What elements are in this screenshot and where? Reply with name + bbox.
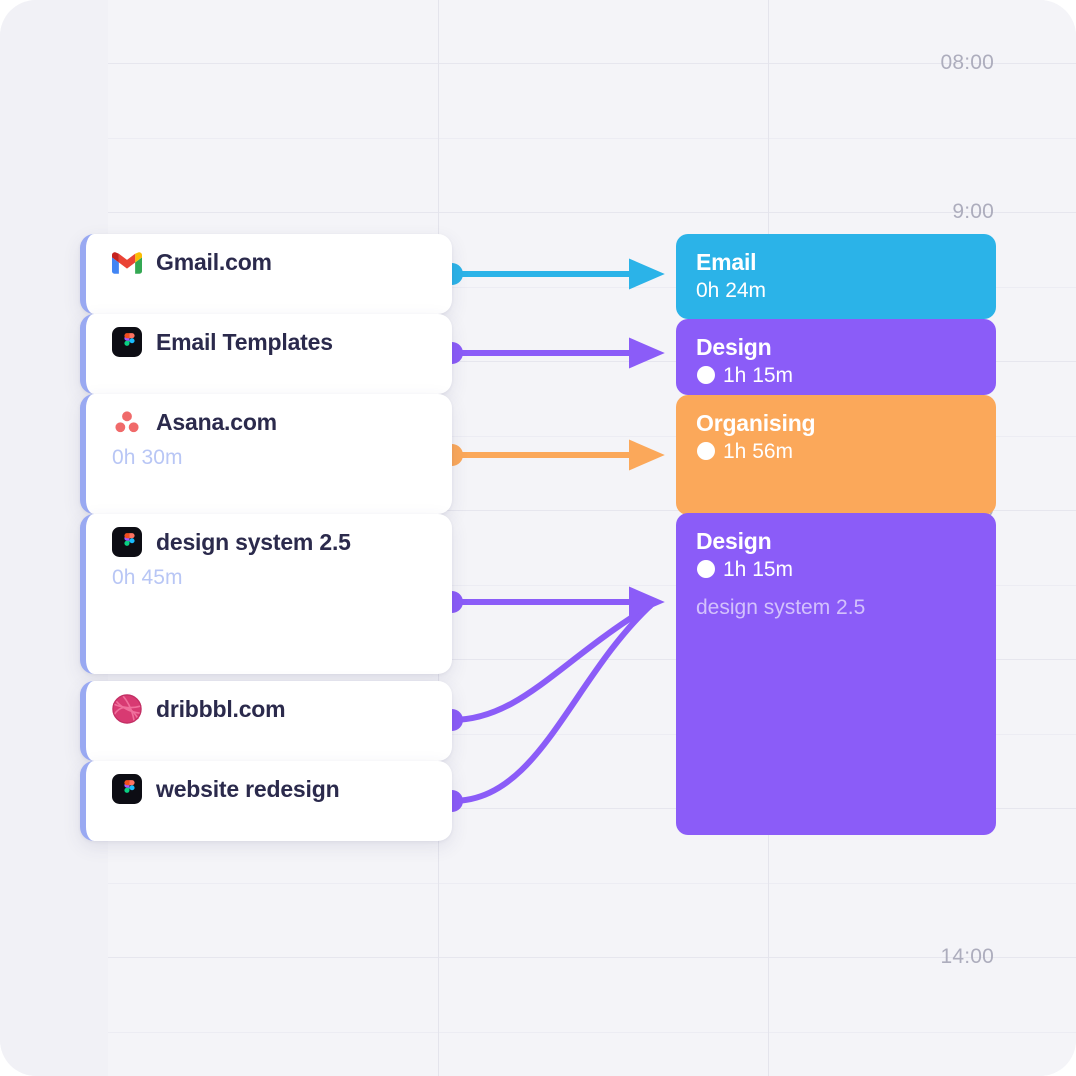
app-card[interactable]: dribbbl.com (80, 681, 452, 761)
app-card-header: website redesign (86, 761, 452, 817)
app-card-duration: 0h 45m (112, 566, 183, 589)
svg-text:$: $ (702, 444, 710, 459)
app-card-header: Asana.com (86, 394, 452, 450)
event-meta: $1h 15m (696, 363, 976, 388)
calendar-event[interactable]: Organising $1h 56m (676, 395, 996, 515)
svg-text:$: $ (702, 368, 710, 383)
grid-half-hour-line (108, 137, 1076, 139)
app-card-title: website redesign (156, 775, 340, 802)
time-label: 08:00 (940, 51, 994, 74)
app-card-header: Email Templates (86, 314, 452, 370)
figma-icon (112, 527, 142, 557)
app-card-title: Email Templates (156, 328, 333, 355)
event-title: Design (696, 334, 772, 360)
app-card-title: Asana.com (156, 408, 277, 435)
gmail-icon (112, 247, 142, 277)
app-card[interactable]: website redesign (80, 761, 452, 841)
event-title: Organising (696, 410, 816, 436)
app-card[interactable]: Email Templates (80, 314, 452, 394)
calendar-event[interactable]: Design $1h 15m (676, 319, 996, 395)
app-card-header: Gmail.com (86, 234, 452, 290)
time-label: 9:00 (952, 200, 994, 223)
event-title: Design (696, 528, 772, 554)
calendar-event[interactable]: Email 0h 24m (676, 234, 996, 319)
billable-icon: $ (697, 560, 715, 579)
event-duration: 1h 15m (723, 363, 794, 387)
calendar-event[interactable]: Design $1h 15m design system 2.5 (676, 513, 996, 835)
event-meta: 0h 24m (696, 278, 976, 303)
event-duration: 0h 24m (696, 278, 767, 302)
app-card-header: design system 2.5 (86, 514, 452, 570)
figma-icon (112, 774, 142, 804)
grid-hour-line (108, 212, 1076, 213)
app-card-title: design system 2.5 (156, 528, 351, 555)
billable-icon: $ (697, 366, 715, 385)
svg-text:$: $ (702, 562, 710, 577)
event-duration: 1h 56m (723, 439, 794, 463)
app-card[interactable]: Asana.com 0h 30m (80, 394, 452, 514)
app-card[interactable]: Gmail.com (80, 234, 452, 314)
app-card-duration: 0h 30m (112, 446, 183, 469)
event-duration: 1h 15m (723, 557, 794, 581)
event-meta: $1h 56m (696, 439, 976, 464)
app-card-title: Gmail.com (156, 248, 272, 275)
grid-hour-line (108, 957, 1076, 958)
billable-icon: $ (697, 442, 715, 461)
figma-icon (112, 327, 142, 357)
event-meta: $1h 15m (696, 557, 976, 582)
app-card-title: dribbbl.com (156, 695, 286, 722)
grid-half-hour-line (108, 1031, 1076, 1033)
app-card[interactable]: design system 2.5 0h 45m (80, 514, 452, 674)
grid-half-hour-line (108, 882, 1076, 884)
app-card-header: dribbbl.com (86, 681, 452, 737)
grid-hour-line (108, 63, 1076, 64)
asana-icon (112, 407, 142, 437)
dribbble-icon (112, 694, 142, 724)
calendar-tracker-screenshot: 08:009:0010:0011:0012:0013:0014:00 (0, 0, 1076, 1076)
event-title: Email (696, 249, 757, 275)
event-note: design system 2.5 (696, 595, 866, 619)
time-label: 14:00 (940, 945, 994, 968)
